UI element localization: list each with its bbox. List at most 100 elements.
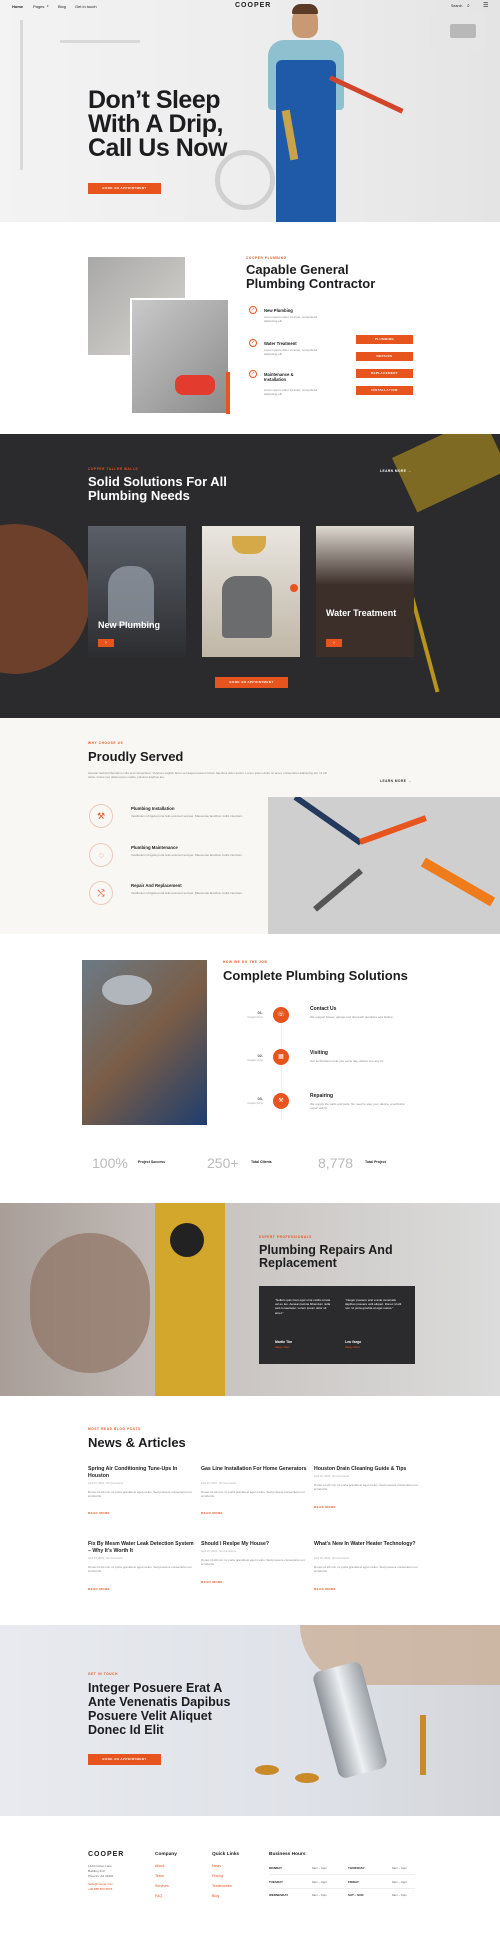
replacement-button[interactable]: REPLACEMENT xyxy=(356,369,413,378)
footer-link[interactable]: Testimonials xyxy=(212,1884,232,1888)
phone-icon: ☏ xyxy=(273,1007,289,1023)
footer-quick-heading: Quick Links xyxy=(212,1852,240,1857)
wrench-icon xyxy=(293,797,363,846)
wrench-icon: ⚒ xyxy=(273,1093,289,1109)
news-post-title[interactable]: Spring Air Conditioning Tune-Ups In Hous… xyxy=(88,1466,194,1480)
read-more-link[interactable]: READ MORE xyxy=(88,1587,110,1591)
footer-phone[interactable]: +00 888 550 5878 xyxy=(88,1887,112,1891)
accent-bar xyxy=(226,372,230,414)
news-post-title[interactable]: Houston Drain Cleaning Guide & Tips xyxy=(314,1466,420,1473)
footer-link[interactable]: Services xyxy=(155,1884,169,1888)
read-more-link[interactable]: READ MORE xyxy=(314,1505,336,1509)
served-item-title: Plumbing Maintenance xyxy=(131,845,178,850)
divider xyxy=(269,1888,415,1889)
contractor-photo-front xyxy=(130,298,230,415)
book-appointment-button[interactable]: BOOK AN APPOINTMENT xyxy=(215,677,288,688)
service-desc: Lorem ipsum dolor sit amet, consectetur … xyxy=(264,388,318,396)
read-more-link[interactable]: READ MORE xyxy=(201,1511,223,1515)
step-number: 01. xyxy=(257,1010,263,1015)
served-item-desc: Vestibulum id ligula porta felis euismod… xyxy=(131,853,243,857)
plumbing-button[interactable]: PLUMBING xyxy=(356,335,413,344)
service-title: Water Treatment xyxy=(264,341,297,346)
service-desc: Lorem ipsum dolor sit amet, consectetur … xyxy=(264,348,318,356)
level-vial xyxy=(170,1223,204,1257)
step-title: Repairing xyxy=(310,1093,334,1099)
hours-day: FRIDAY xyxy=(348,1880,359,1884)
service-card-new-plumbing[interactable]: New Plumbing › xyxy=(88,526,186,657)
service-card-sink[interactable] xyxy=(202,526,300,657)
news-post-title[interactable]: Gas Line Installation For Home Generator… xyxy=(201,1466,307,1473)
step-label: Cooper Corp. xyxy=(247,1102,263,1105)
hero-title-line: Don’t Sleep xyxy=(88,86,221,114)
repairs-button[interactable]: REPAIRS xyxy=(356,352,413,361)
news-post-meta: April 15, 2022 · No Comments xyxy=(88,1557,123,1560)
arrow-right-icon[interactable]: › xyxy=(326,639,342,647)
step-number: 03. xyxy=(257,1096,263,1101)
cta-title-line: Donec Id Elit xyxy=(88,1723,164,1737)
read-more-link[interactable]: READ MORE xyxy=(201,1580,223,1584)
tools-photo xyxy=(268,797,500,934)
step-number: 02. xyxy=(257,1053,263,1058)
search-icon[interactable]: ⌕ xyxy=(467,3,470,9)
served-item-desc: Vestibulum id ligula porta felis euismod… xyxy=(131,814,243,818)
card-title: Water Treatment xyxy=(326,608,397,618)
hours-day: MONDAY xyxy=(269,1866,283,1870)
nav-get-in-touch[interactable]: Get in touch xyxy=(75,4,97,9)
footer-address-line: Phoenix, AZ 33902 xyxy=(88,1874,114,1878)
stat-label: Total Clients xyxy=(251,1160,272,1164)
process-title: Complete Plumbing Solutions xyxy=(223,968,408,983)
about-eyebrow: COOPER PLUMBING xyxy=(246,256,287,260)
calendar-icon: ▦ xyxy=(273,1049,289,1065)
served-item-desc: Vestibulum id ligula porta felis euismod… xyxy=(131,891,243,895)
nav-pages[interactable]: Pages xyxy=(33,4,44,9)
worker-figure xyxy=(108,566,154,626)
book-appointment-button[interactable]: BOOK AN APPOINTMENT xyxy=(88,183,161,194)
read-more-link[interactable]: READ MORE xyxy=(88,1511,110,1515)
hours-day: THURSDAY xyxy=(348,1866,365,1870)
footer-link[interactable]: Pricing xyxy=(212,1874,223,1878)
nav-blog[interactable]: Blog xyxy=(58,4,66,9)
testimonial-role: Happy Client xyxy=(345,1346,360,1349)
service-card-water-treatment[interactable]: Water Treatment › xyxy=(316,526,414,657)
sink-decoration xyxy=(232,536,266,554)
footer-link[interactable]: FAQ xyxy=(155,1894,162,1898)
menu-icon[interactable]: ☰ xyxy=(483,2,488,9)
news-post-title[interactable]: Should I Reslpe My House? xyxy=(201,1541,307,1548)
sink-tools-photo xyxy=(82,960,207,1125)
hours-day: TUESDAY xyxy=(269,1880,284,1884)
read-more-link[interactable]: READ MORE xyxy=(314,1587,336,1591)
served-item-title: Plumbing Installation xyxy=(131,806,175,811)
service-desc: Lorem ipsum dolor sit amet, consectetur … xyxy=(264,315,318,323)
footer-link[interactable]: Team xyxy=(155,1874,164,1878)
footer-link[interactable]: Blog xyxy=(212,1894,219,1898)
footer-email[interactable]: hello@cooper.com xyxy=(88,1882,113,1886)
footer-link[interactable]: News xyxy=(212,1864,221,1868)
hours-time: 9am – 6pm xyxy=(392,1893,408,1897)
service-title: Maintenance & Installation xyxy=(264,372,294,382)
book-appointment-button[interactable]: BOOK AN APPOINTMENT xyxy=(88,1754,161,1765)
news-post-title[interactable]: Fix By Mesm Water Leak Detection System … xyxy=(88,1541,194,1555)
search-link[interactable]: Search xyxy=(451,4,462,8)
learn-more-link[interactable]: LEARN MORE → xyxy=(380,469,412,473)
served-title: Proudly Served xyxy=(88,749,184,764)
footer-logo[interactable]: COOPER xyxy=(88,1851,124,1858)
arrow-right-icon[interactable]: › xyxy=(98,639,114,647)
news-post-title[interactable]: What’s New In Water Heater Technology? xyxy=(314,1541,420,1548)
footer-link[interactable]: About xyxy=(155,1864,164,1868)
footer-hours-heading: Business Hours xyxy=(269,1852,306,1857)
hours-time: 9am – 6pm xyxy=(312,1866,328,1870)
site-logo[interactable]: COOPER xyxy=(235,2,271,9)
cta-title-line: Integer Posuere Erat A xyxy=(88,1681,223,1695)
step-title: Contact Us xyxy=(310,1006,337,1012)
learn-more-label: LEARN MORE xyxy=(380,779,407,783)
plumber-overalls xyxy=(276,60,336,222)
nav-home[interactable]: Home xyxy=(12,4,23,9)
card-title: New Plumbing xyxy=(98,620,161,630)
learn-more-link[interactable]: LEARN MORE → xyxy=(380,779,412,783)
footer-company-heading: Company xyxy=(155,1852,177,1857)
level-tool-decoration xyxy=(420,857,496,907)
boiler-panel xyxy=(450,24,476,38)
installation-button[interactable]: INSTALLATION xyxy=(356,386,413,395)
check-icon: ✓ xyxy=(249,339,257,347)
check-icon: ✓ xyxy=(249,306,257,314)
